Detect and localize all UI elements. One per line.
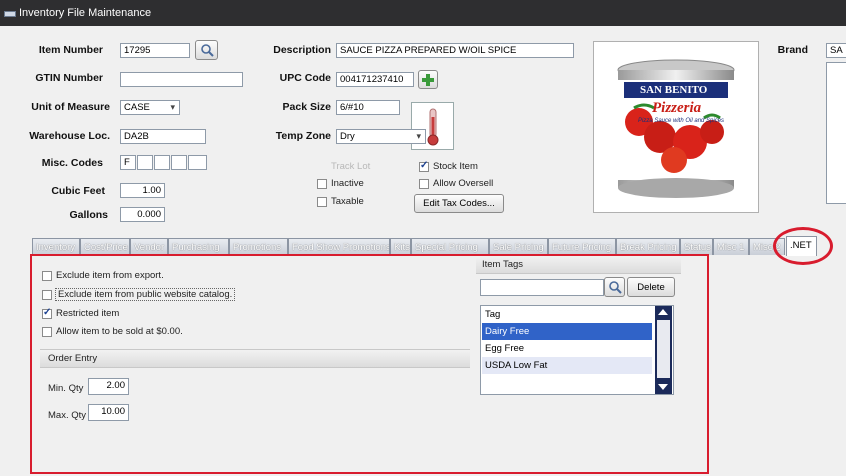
misc-code-1[interactable]: F — [120, 155, 136, 170]
tag-row-dairy-free[interactable]: Dairy Free — [482, 323, 652, 340]
tab-special-pricing[interactable]: Special Pricing — [411, 238, 489, 255]
misc-code-4[interactable] — [171, 155, 187, 170]
gtin-number-input[interactable] — [120, 72, 243, 87]
inactive-checkbox[interactable] — [317, 179, 327, 189]
item-search-button[interactable] — [195, 40, 218, 60]
tab-break-pricing[interactable]: Break Pricing — [616, 238, 680, 255]
exclude-export-label: Exclude item from export. — [56, 270, 164, 281]
taxable-checkbox[interactable] — [317, 197, 327, 207]
app-icon — [4, 11, 16, 17]
add-upc-button[interactable] — [418, 70, 438, 89]
cubic-feet-input[interactable]: 1.00 — [120, 183, 165, 198]
brand-label: Brand — [777, 44, 808, 56]
tab-food-show-promotions[interactable]: Food Show Promotions — [288, 238, 390, 255]
min-qty-label: Min. Qty — [48, 383, 84, 394]
warehouse-loc-label: Warehouse Loc. — [29, 130, 110, 142]
order-entry-title: Order Entry — [48, 353, 98, 364]
taxable-label: Taxable — [331, 196, 364, 207]
exclude-catalog-label: Exclude item from public website catalog… — [55, 288, 236, 301]
tag-search-input[interactable] — [480, 279, 604, 296]
max-qty-input[interactable]: 10.00 — [88, 404, 129, 421]
search-icon — [608, 281, 622, 294]
item-number-label: Item Number — [38, 44, 103, 56]
product-image: SAN BENITO Pizzeria Pizza Sauce with Oil… — [593, 41, 759, 213]
scroll-thumb[interactable] — [657, 320, 670, 378]
tab-cost-price[interactable]: Cost/Price — [80, 238, 130, 255]
tab-inventory[interactable]: Inventory — [32, 238, 80, 255]
scroll-up-icon[interactable] — [658, 309, 668, 315]
stock-item-label: Stock Item — [433, 161, 478, 172]
title-bar: Inventory File Maintenance — [0, 0, 846, 26]
stock-item-checkbox[interactable] — [419, 160, 429, 172]
order-entry-header: Order Entry — [40, 349, 470, 368]
tab-misc-1[interactable]: Misc 1 — [713, 238, 749, 255]
description-label: Description — [273, 44, 331, 56]
tags-list: Tag Dairy Free Egg Free USDA Low Fat — [480, 305, 674, 395]
allow-zero-price-label: Allow item to be sold at $0.00. — [56, 326, 183, 337]
unit-of-measure-select[interactable]: CASE — [120, 100, 180, 115]
min-qty-input[interactable]: 2.00 — [88, 378, 129, 395]
tag-search-button[interactable] — [604, 277, 625, 297]
upc-code-input[interactable]: 004171237410 — [336, 72, 414, 87]
tags-column-header: Tag — [485, 309, 501, 320]
tag-row-egg-free[interactable]: Egg Free — [482, 340, 652, 357]
warehouse-loc-input[interactable]: DA2B — [120, 129, 206, 144]
item-number-input[interactable]: 17295 — [120, 43, 190, 58]
gtin-number-label: GTIN Number — [35, 72, 103, 84]
brand-notes-area[interactable] — [826, 62, 846, 204]
product-can-image — [617, 59, 735, 198]
restricted-item-checkbox[interactable] — [42, 307, 52, 319]
exclude-catalog-checkbox[interactable] — [42, 290, 52, 300]
tab-sale-pricing[interactable]: Sale Pricing — [489, 238, 548, 255]
pack-size-input[interactable]: 6/#10 — [336, 100, 400, 115]
tab-status[interactable]: Status — [680, 238, 713, 255]
exclude-export-checkbox[interactable] — [42, 271, 52, 281]
item-tags-title: Item Tags — [482, 259, 524, 270]
restricted-item-label: Restricted item — [56, 308, 120, 319]
tab-promotions[interactable]: Promotions — [229, 238, 288, 255]
allow-oversell-checkbox[interactable] — [419, 179, 429, 189]
scroll-down-icon[interactable] — [658, 384, 668, 390]
product-name-text: Pizzeria — [652, 100, 702, 116]
misc-codes-label: Misc. Codes — [41, 157, 103, 169]
tag-row-usda-low-fat[interactable]: USDA Low Fat — [482, 357, 652, 374]
delete-tag-button[interactable]: Delete — [627, 277, 675, 297]
track-lot-label: Track Lot — [331, 161, 371, 172]
misc-code-3[interactable] — [154, 155, 170, 170]
temp-zone-label: Temp Zone — [275, 130, 331, 142]
tags-scrollbar[interactable] — [655, 306, 672, 394]
item-tags-header: Item Tags — [476, 256, 681, 274]
temp-zone-select[interactable]: Dry — [336, 129, 426, 144]
gallons-label: Gallons — [69, 209, 108, 221]
cubic-feet-label: Cubic Feet — [51, 185, 105, 197]
pack-size-label: Pack Size — [282, 101, 331, 113]
tab-purchasing[interactable]: Purchasing — [168, 238, 229, 255]
allow-oversell-label: Allow Oversell — [433, 178, 494, 189]
plus-icon — [422, 74, 434, 86]
product-tagline-text: Pizza Sauce with Oil and Spices — [638, 118, 725, 124]
unit-of-measure-label: Unit of Measure — [31, 101, 110, 113]
misc-code-2[interactable] — [137, 155, 153, 170]
product-brand-text: SAN BENITO — [640, 84, 708, 96]
tab-future-pricing[interactable]: Future Pricing — [548, 238, 616, 255]
gallons-input[interactable]: 0.000 — [120, 207, 165, 222]
max-qty-label: Max. Qty — [48, 410, 87, 421]
edit-tax-codes-button[interactable]: Edit Tax Codes... — [414, 194, 504, 213]
upc-code-label: UPC Code — [279, 72, 331, 84]
highlight-circle — [773, 227, 833, 265]
description-input[interactable]: SAUCE PIZZA PREPARED W/OIL SPICE — [336, 43, 574, 58]
tab-vendor[interactable]: Vendor — [130, 238, 168, 255]
inactive-label: Inactive — [331, 178, 364, 189]
search-icon — [200, 44, 214, 57]
window-title: Inventory File Maintenance — [19, 7, 152, 19]
misc-code-5[interactable] — [188, 155, 207, 170]
tab-kits[interactable]: Kits — [390, 238, 411, 255]
brand-input[interactable]: SA — [826, 43, 846, 58]
allow-zero-price-checkbox[interactable] — [42, 327, 52, 337]
